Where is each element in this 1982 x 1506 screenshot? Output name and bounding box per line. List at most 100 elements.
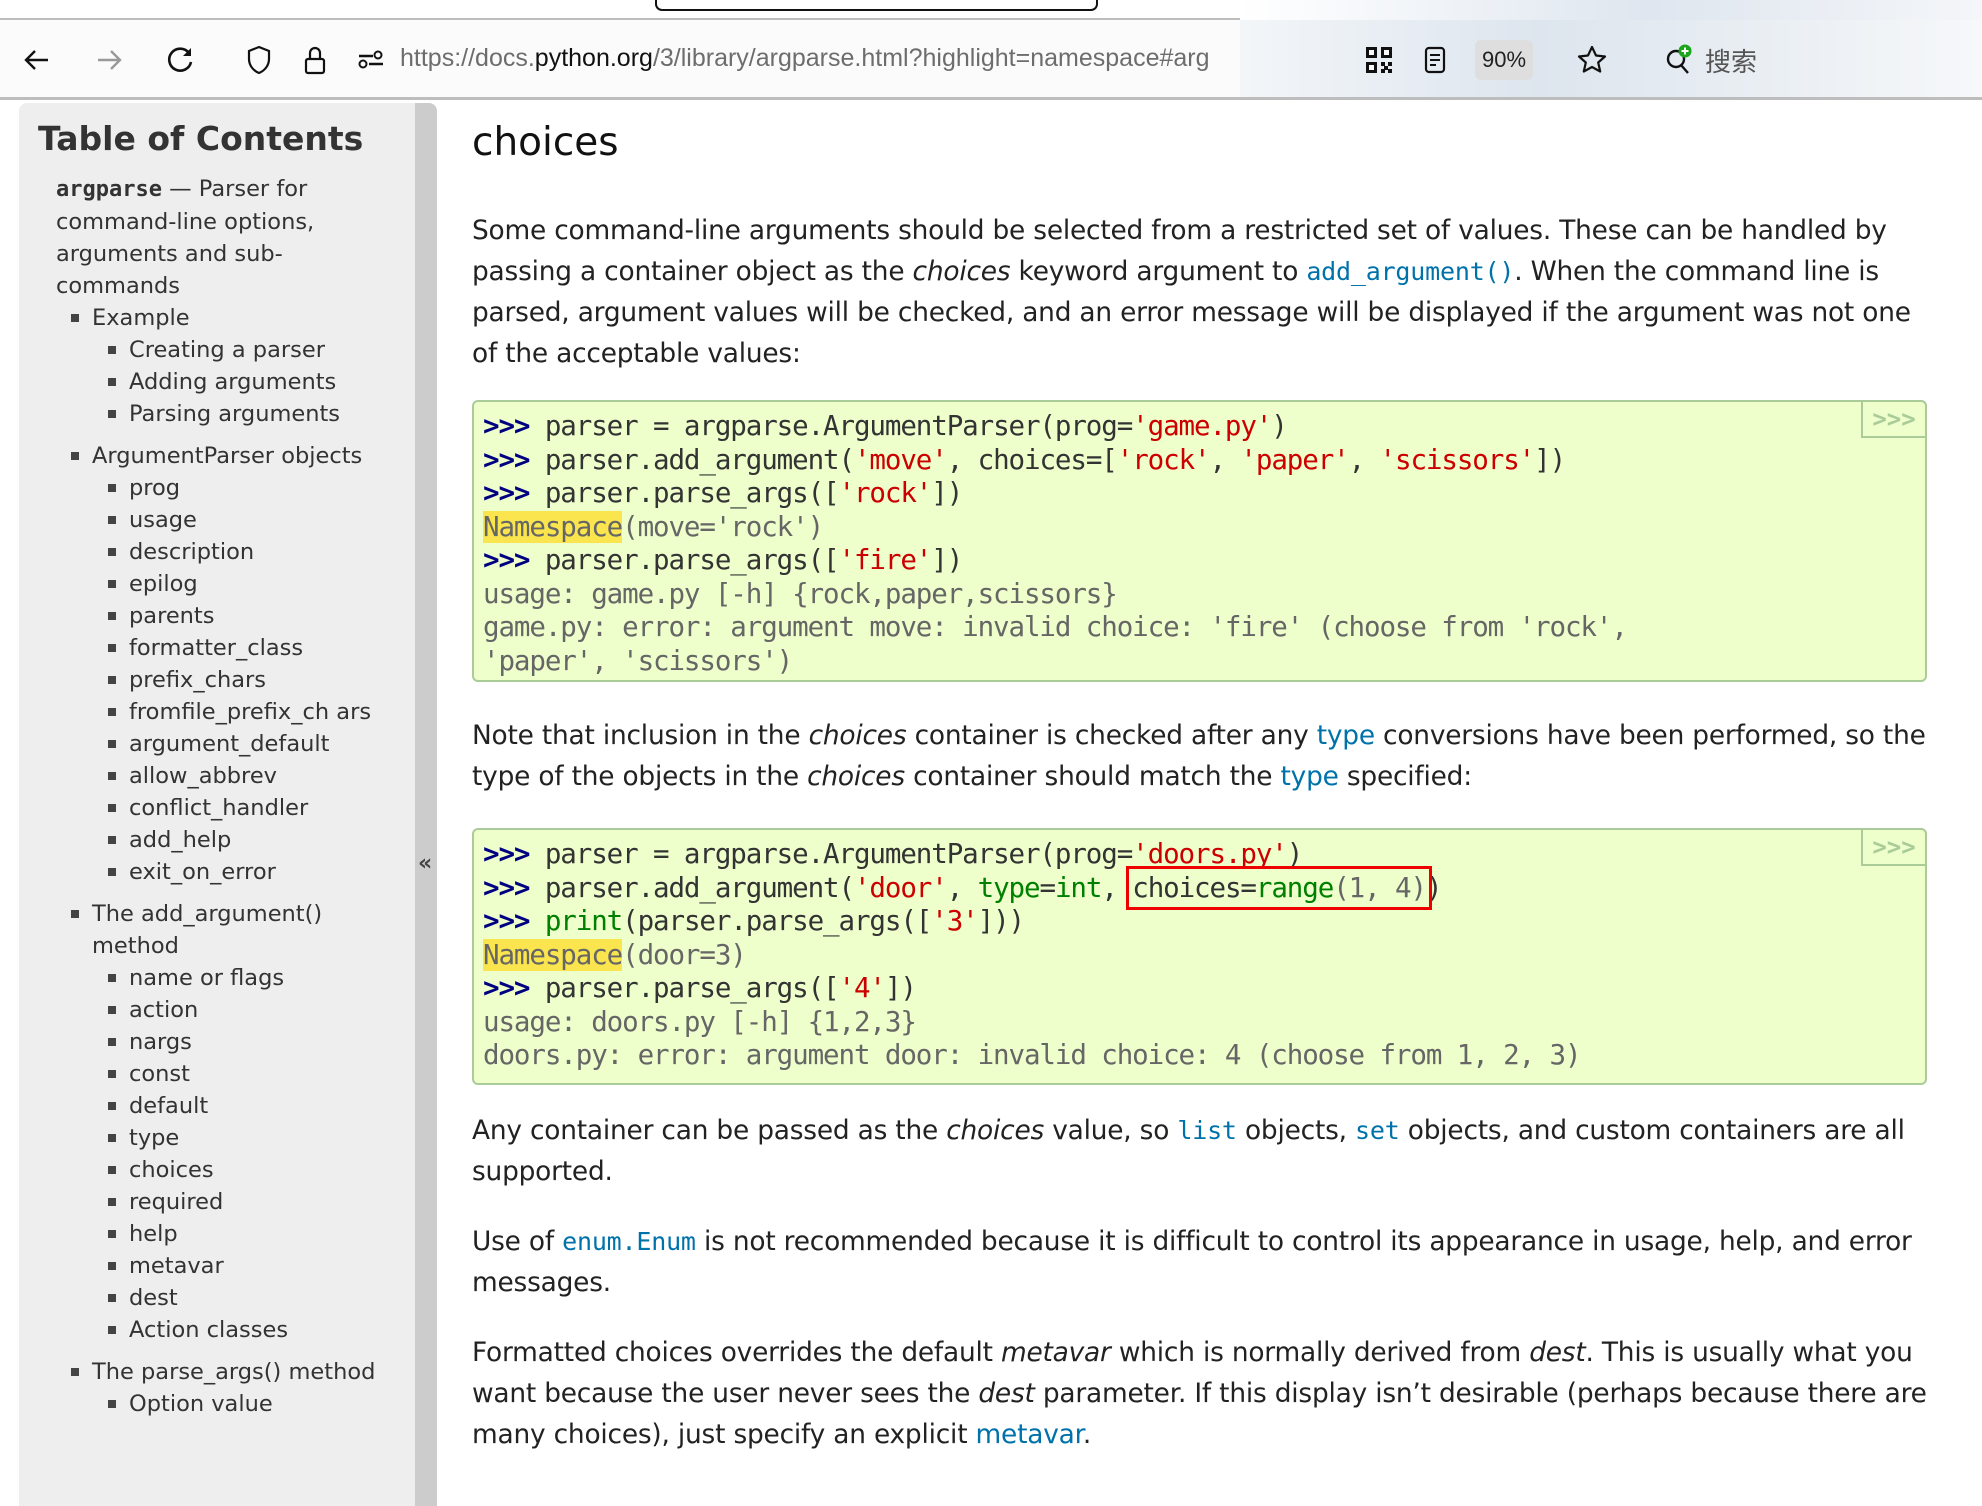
shield-icon[interactable] <box>242 43 276 77</box>
prompt-token: >>> <box>483 838 545 870</box>
code-token: game.py: error: argument move: invalid c… <box>483 611 1628 643</box>
toc-item[interactable]: type <box>56 1122 386 1154</box>
toc-item[interactable]: default <box>56 1090 386 1122</box>
code-token: ) <box>1286 838 1304 870</box>
toc-item[interactable]: prog <box>56 472 386 504</box>
text: value, so <box>1044 1115 1178 1146</box>
qr-code-icon[interactable] <box>1362 43 1396 77</box>
toc-item[interactable]: Example <box>56 302 386 334</box>
code-token: parser = argparse.ArgumentParser(prog= <box>544 838 1133 870</box>
toc-item[interactable]: The add_argument() method <box>56 898 386 962</box>
code-token: 'fire' <box>838 544 933 576</box>
toc-item[interactable]: action <box>56 994 386 1026</box>
prompt-token: >>> <box>483 477 545 509</box>
link-add-argument[interactable]: add_argument() <box>1306 257 1514 286</box>
code-token: (move='rock') <box>622 510 824 543</box>
toc-item[interactable]: fromfile_prefix_ch ars <box>56 696 386 728</box>
toc-item[interactable]: Adding arguments <box>56 366 386 398</box>
toc-item-argparse[interactable]: argparse — Parser for command-line optio… <box>56 173 386 302</box>
table-of-contents-sidebar: Table of Contents argparse — Parser for … <box>19 103 416 1506</box>
code-token: 'doors.py' <box>1132 838 1288 870</box>
toc-item[interactable]: dest <box>56 1282 386 1314</box>
emphasis: choices <box>912 256 1011 287</box>
bookmark-star-icon[interactable] <box>1575 43 1609 77</box>
search-highlight: Namespace <box>483 938 623 971</box>
code-token: ) <box>1425 871 1443 904</box>
text: objects, <box>1236 1115 1356 1146</box>
toc-item[interactable]: argument_default <box>56 728 386 760</box>
toc-item[interactable]: The parse_args() method <box>56 1356 386 1388</box>
link-metavar[interactable]: metavar <box>976 1419 1083 1450</box>
code-token: parser.parse_args([ <box>544 477 840 509</box>
toc-item[interactable]: nargs <box>56 1026 386 1058</box>
collapse-chevron-icon[interactable]: « <box>418 851 432 876</box>
toc-item[interactable]: add_help <box>56 824 386 856</box>
toc-item[interactable]: help <box>56 1218 386 1250</box>
code-token: ])) <box>977 905 1025 937</box>
link-type[interactable]: type <box>1281 761 1339 792</box>
link-enum[interactable]: enum.Enum <box>562 1227 696 1256</box>
search-plus-icon[interactable] <box>1662 43 1696 77</box>
code-token: usage: game.py [-h] {rock,paper,scissors… <box>483 577 1118 610</box>
link-type[interactable]: type <box>1317 720 1375 751</box>
toc-item[interactable]: description <box>56 536 386 568</box>
text: specified: <box>1338 761 1472 792</box>
search-label[interactable]: 搜索 <box>1705 42 1757 79</box>
toc-item[interactable]: prefix_chars <box>56 664 386 696</box>
toc-item[interactable]: Creating a parser <box>56 334 386 366</box>
code-token: , <box>1101 871 1133 904</box>
toc-title: Table of Contents <box>38 119 364 158</box>
reload-icon[interactable] <box>164 43 198 77</box>
toc-item[interactable]: name or flags <box>56 962 386 994</box>
lock-icon[interactable] <box>298 43 332 77</box>
toc-item[interactable]: choices <box>56 1154 386 1186</box>
toc-item[interactable]: Parsing arguments <box>56 398 386 430</box>
active-tab-frame[interactable] <box>655 0 1098 11</box>
code-token: 'scissors' <box>1379 443 1536 476</box>
emphasis: choices <box>807 761 905 792</box>
link-list[interactable]: list <box>1177 1116 1237 1145</box>
code-token: type <box>977 871 1041 904</box>
text: container should match the <box>904 761 1281 792</box>
toc-item[interactable]: metavar <box>56 1250 386 1282</box>
toc-item[interactable]: ArgumentParser objects <box>56 440 386 472</box>
code-token: 'game.py' <box>1132 410 1272 442</box>
reader-view-icon[interactable] <box>1418 43 1452 77</box>
code-token: ) <box>1271 410 1288 442</box>
code-token: = <box>1039 871 1056 904</box>
toc-list: argparse — Parser for command-line optio… <box>56 173 386 1420</box>
toc-item[interactable]: formatter_class <box>56 632 386 664</box>
code-token: 'rock' <box>838 477 933 509</box>
zoom-level-badge[interactable]: 90% <box>1475 40 1533 80</box>
paragraph-containers: Any container can be passed as the choic… <box>472 1110 1932 1192</box>
toc-item[interactable]: allow_abbrev <box>56 760 386 792</box>
url-text[interactable]: https://docs.python.org/3/library/argpar… <box>400 44 1350 73</box>
url-bar[interactable]: https://docs.python.org/3/library/argpar… <box>400 20 1350 97</box>
code-token: usage: doors.py [-h] {1,2,3} <box>483 1005 917 1038</box>
text: Formatted choices overrides the default <box>472 1337 1001 1368</box>
sidebar-collapse-button[interactable]: « <box>415 103 437 1506</box>
code-token: 'rock' <box>1116 443 1211 476</box>
toc-item[interactable]: required <box>56 1186 386 1218</box>
toc-item[interactable]: const <box>56 1058 386 1090</box>
code-token: , <box>946 871 978 904</box>
section-heading: choices <box>472 120 619 165</box>
permissions-icon[interactable] <box>354 43 388 77</box>
forward-icon[interactable] <box>92 43 126 77</box>
back-icon[interactable] <box>20 43 54 77</box>
code-token: choices= <box>1132 871 1257 904</box>
prompt-token: >>> <box>483 544 545 576</box>
toc-item[interactable]: Option value <box>56 1388 386 1420</box>
text: Use of <box>472 1226 563 1257</box>
toc-item[interactable]: usage <box>56 504 386 536</box>
copy-prompt-toggle-button[interactable]: >>> <box>1861 828 1927 866</box>
toc-item[interactable]: parents <box>56 600 386 632</box>
toc-item[interactable]: Action classes <box>56 1314 386 1346</box>
toc-item[interactable]: exit_on_error <box>56 856 386 888</box>
code-token: doors.py: error: argument door: invalid … <box>483 1039 1582 1071</box>
code-token: 'paper', 'scissors') <box>483 644 793 677</box>
toc-item[interactable]: conflict_handler <box>56 792 386 824</box>
link-set[interactable]: set <box>1355 1116 1400 1145</box>
copy-prompt-toggle-button[interactable]: >>> <box>1861 400 1927 438</box>
toc-item[interactable]: epilog <box>56 568 386 600</box>
